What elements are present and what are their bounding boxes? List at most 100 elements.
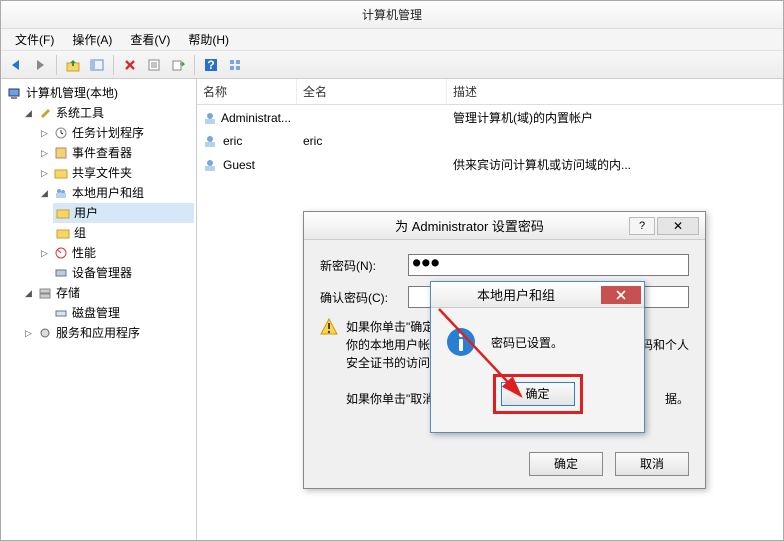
properties-icon xyxy=(147,58,161,72)
shared-folder-icon xyxy=(53,165,69,181)
users-group-icon xyxy=(53,185,69,201)
help-button[interactable]: ? xyxy=(200,54,222,76)
tree-label: 事件查看器 xyxy=(72,144,132,162)
arrow-right-icon xyxy=(33,58,47,72)
user-row[interactable]: eric eric xyxy=(197,130,783,152)
window-title: 计算机管理 xyxy=(362,8,422,22)
info-icon xyxy=(445,326,477,358)
user-icon xyxy=(203,158,219,172)
confirm-dialog-title: 本地用户和组 xyxy=(431,285,601,304)
tree-label: 用户 xyxy=(74,204,98,222)
confirm-ok-button[interactable]: 确定 xyxy=(501,382,575,406)
tools-icon xyxy=(37,105,53,121)
tree-label: 任务计划程序 xyxy=(72,124,144,142)
user-desc: 管理计算机(域)的内置帐户 xyxy=(453,109,593,126)
device-icon xyxy=(53,265,69,281)
tree-event-viewer[interactable]: ▷ 事件查看器 xyxy=(37,143,194,163)
expand-icon: ▷ xyxy=(39,248,50,259)
collapse-icon: ◢ xyxy=(39,188,50,199)
tree-storage[interactable]: ◢ 存储 xyxy=(21,283,194,303)
menu-file[interactable]: 文件(F) xyxy=(7,29,62,50)
tree-label: 存储 xyxy=(56,284,80,302)
menu-help[interactable]: 帮助(H) xyxy=(180,29,237,50)
expand-icon: ▷ xyxy=(39,168,50,179)
dialog-close-button[interactable] xyxy=(601,286,641,304)
list-body: Administrat... 管理计算机(域)的内置帐户 eric eric G… xyxy=(197,105,783,177)
warning-icon xyxy=(320,318,338,336)
delete-x-icon xyxy=(123,58,137,72)
confirm-password-label: 确认密码(C): xyxy=(320,289,408,306)
tree-root[interactable]: 计算机管理(本地) xyxy=(5,83,194,103)
menu-view[interactable]: 查看(V) xyxy=(122,29,178,50)
close-icon xyxy=(616,290,626,300)
folder-icon xyxy=(55,205,71,221)
event-icon xyxy=(53,145,69,161)
export-button[interactable] xyxy=(167,54,189,76)
tree-disk-management[interactable]: 磁盘管理 xyxy=(37,303,194,323)
tree-label: 性能 xyxy=(72,244,96,262)
expand-icon: ▷ xyxy=(23,328,34,339)
show-hide-tree-button[interactable] xyxy=(86,54,108,76)
tree-users[interactable]: 用户 xyxy=(53,203,194,223)
dialog-titlebar[interactable]: 为 Administrator 设置密码 ? ✕ xyxy=(304,212,705,240)
col-desc[interactable]: 描述 xyxy=(447,79,783,104)
panes-icon xyxy=(90,58,104,72)
pwd-ok-button[interactable]: 确定 xyxy=(529,452,603,476)
console-tree[interactable]: 计算机管理(本地) ◢系统工具 ▷任务计划程序 ▷事件查看器 ▷共享文件夹 ◢本… xyxy=(1,79,197,540)
folder-icon xyxy=(55,225,71,241)
tree-label: 设备管理器 xyxy=(72,264,132,282)
clock-icon xyxy=(53,125,69,141)
user-row[interactable]: Administrat... 管理计算机(域)的内置帐户 xyxy=(197,105,783,130)
list-header: 名称 全名 描述 xyxy=(197,79,783,105)
ok-button-highlight: 确定 xyxy=(493,374,583,414)
tree-shared-folders[interactable]: ▷共享文件夹 xyxy=(37,163,194,183)
forward-button[interactable] xyxy=(29,54,51,76)
new-password-label: 新密码(N): xyxy=(320,257,408,274)
menu-action[interactable]: 操作(A) xyxy=(64,29,120,50)
dialog-title: 为 Administrator 设置密码 xyxy=(310,216,629,235)
user-row[interactable]: Guest 供来宾访问计算机或访问域的内... xyxy=(197,152,783,177)
new-password-input[interactable]: ●●● xyxy=(408,254,689,276)
user-name: Administrat... xyxy=(221,111,291,125)
col-name[interactable]: 名称 xyxy=(197,79,297,104)
svg-text:?: ? xyxy=(207,58,214,72)
tree-device-manager[interactable]: 设备管理器 xyxy=(37,263,194,283)
tiles-icon xyxy=(228,58,242,72)
performance-icon xyxy=(53,245,69,261)
dialog-titlebar[interactable]: 本地用户和组 xyxy=(431,282,644,308)
properties-button[interactable] xyxy=(143,54,165,76)
arrow-left-icon xyxy=(9,58,23,72)
computer-icon xyxy=(7,85,23,101)
help-icon: ? xyxy=(204,58,218,72)
collapse-icon: ◢ xyxy=(23,288,34,299)
toolbar-separator xyxy=(113,55,114,75)
back-button[interactable] xyxy=(5,54,27,76)
view-options-button[interactable] xyxy=(224,54,246,76)
dialog-close-button[interactable]: ✕ xyxy=(657,217,699,235)
tree-services-apps[interactable]: ▷ 服务和应用程序 xyxy=(21,323,194,343)
tree-performance[interactable]: ▷ 性能 xyxy=(37,243,194,263)
user-icon xyxy=(203,111,217,125)
export-icon xyxy=(171,58,185,72)
user-icon xyxy=(203,134,219,148)
tree-label: 服务和应用程序 xyxy=(56,324,140,342)
pwd-cancel-button[interactable]: 取消 xyxy=(615,452,689,476)
user-name: eric xyxy=(223,134,242,148)
up-button[interactable] xyxy=(62,54,84,76)
tree-task-scheduler[interactable]: ▷ 任务计划程序 xyxy=(37,123,194,143)
user-name: Guest xyxy=(223,158,255,172)
delete-button[interactable] xyxy=(119,54,141,76)
tree-groups[interactable]: 组 xyxy=(53,223,194,243)
tree-system-tools[interactable]: ◢系统工具 xyxy=(21,103,194,123)
user-fullname: eric xyxy=(303,134,322,148)
toolbar-separator xyxy=(194,55,195,75)
tree-label: 系统工具 xyxy=(56,104,104,122)
col-fullname[interactable]: 全名 xyxy=(297,79,447,104)
expand-icon: ▷ xyxy=(39,148,50,159)
tree-local-users-groups[interactable]: ◢本地用户和组 xyxy=(37,183,194,203)
expand-icon: ▷ xyxy=(39,128,50,139)
window-titlebar: 计算机管理 xyxy=(1,1,783,29)
tree-label: 计算机管理(本地) xyxy=(26,84,118,102)
dialog-help-button[interactable]: ? xyxy=(629,217,655,235)
folder-up-icon xyxy=(66,58,80,72)
